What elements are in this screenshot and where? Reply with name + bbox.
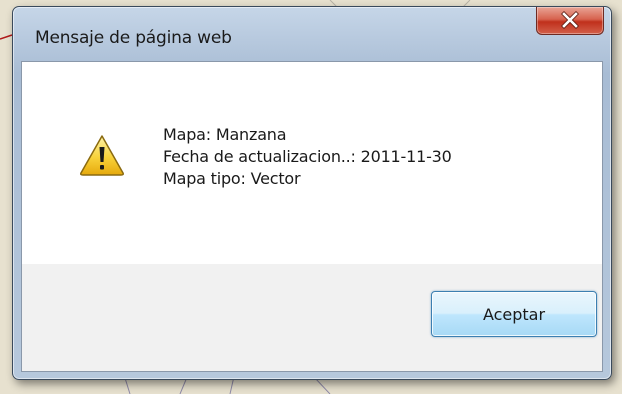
message-line-map: Mapa: Manzana: [163, 125, 287, 144]
dialog-body: Mapa: Manzana Fecha de actualizacion..: …: [21, 61, 603, 372]
message-text: Mapa: Manzana Fecha de actualizacion..: …: [163, 124, 452, 190]
dialog-title: Mensaje de página web: [35, 28, 232, 48]
ok-button[interactable]: Aceptar: [431, 291, 597, 337]
close-icon: [561, 11, 579, 29]
warning-icon: [80, 135, 124, 176]
close-button[interactable]: [536, 7, 604, 35]
message-area: Mapa: Manzana Fecha de actualizacion..: …: [22, 62, 602, 264]
message-line-type: Mapa tipo: Vector: [163, 169, 301, 188]
message-line-date: Fecha de actualizacion..: 2011-11-30: [163, 147, 452, 166]
message-dialog: Mensaje de página web Mapa: Manzana Fech…: [12, 6, 612, 380]
